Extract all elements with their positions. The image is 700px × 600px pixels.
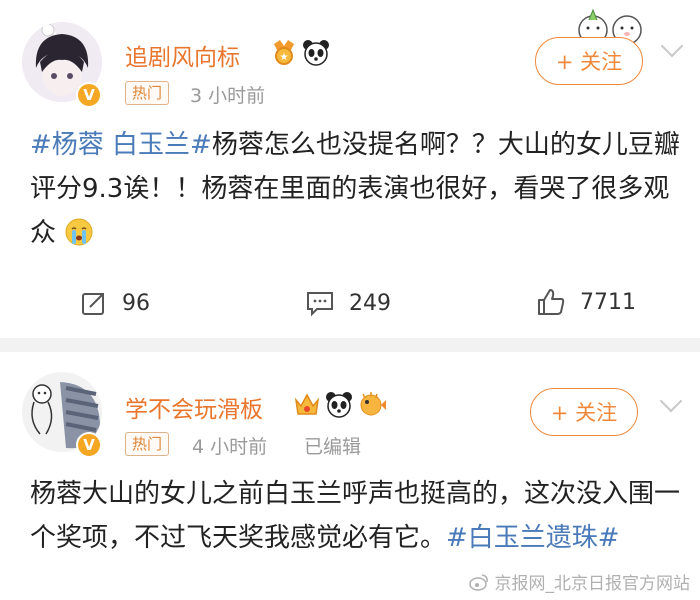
- repost-count: 96: [122, 290, 150, 316]
- post-text: #杨蓉 白玉兰#杨蓉怎么也没提名啊？？大山的女儿豆瓣评分9.3诶！！杨蓉在里面的…: [30, 130, 680, 248]
- verified-badge-icon: V: [76, 432, 102, 458]
- comment-icon: [307, 292, 333, 317]
- weibo-logo-icon: [468, 573, 488, 591]
- repost-button[interactable]: 96: [80, 289, 150, 317]
- edited-label: 已编辑: [304, 436, 362, 458]
- like-count: 7711: [580, 289, 636, 315]
- hashtag-link[interactable]: #白玉兰遗珠#: [446, 523, 620, 553]
- hot-tag: 热门: [125, 81, 170, 105]
- panda-icon: [326, 392, 352, 418]
- hot-tag: 热门: [125, 432, 170, 456]
- chevron-down-icon[interactable]: [659, 389, 683, 413]
- user-badges: [293, 390, 387, 418]
- crown-icon: [294, 393, 320, 415]
- follow-button[interactable]: + 关注: [530, 388, 638, 436]
- crying-face-icon: [65, 218, 93, 246]
- comment-count: 249: [349, 290, 391, 316]
- repost-icon: [82, 293, 104, 315]
- watermark: 京报网_北京日报官方网站: [468, 569, 690, 594]
- post-card: V 追剧风向标 ★ 热门 3 小时前 + 关注 #杨蓉 白玉兰#杨蓉怎么也没提名…: [0, 0, 700, 338]
- like-button[interactable]: 7711: [536, 287, 636, 317]
- gold-medal-icon: ★: [274, 40, 294, 65]
- panda-icon: [303, 40, 329, 66]
- follow-button[interactable]: + 关注: [535, 37, 643, 85]
- username[interactable]: 学不会玩滑板: [125, 390, 263, 424]
- svg-text:★: ★: [280, 52, 289, 63]
- post-card: V 学不会玩滑板 热门 4 小时前 已编辑 + 关注 杨蓉大山的女儿之前白玉兰呼…: [0, 352, 700, 600]
- thumbs-up-icon: [538, 289, 565, 315]
- username[interactable]: 追剧风向标: [125, 38, 240, 72]
- chevron-down-icon[interactable]: [660, 34, 684, 58]
- hashtag-link[interactable]: #杨蓉 白玉兰#: [30, 130, 212, 160]
- post-text: 杨蓉大山的女儿之前白玉兰呼声也挺高的，这次没入围一个奖项，不过飞天奖我感觉必有它…: [30, 479, 681, 553]
- user-badges: ★: [270, 38, 330, 66]
- comment-button[interactable]: 249: [305, 289, 391, 317]
- pufferfish-icon: [360, 392, 386, 416]
- post-time: 3 小时前: [190, 85, 266, 107]
- post-time: 4 小时前: [192, 436, 268, 458]
- verified-badge-icon: V: [76, 82, 102, 108]
- post-separator: [0, 338, 700, 352]
